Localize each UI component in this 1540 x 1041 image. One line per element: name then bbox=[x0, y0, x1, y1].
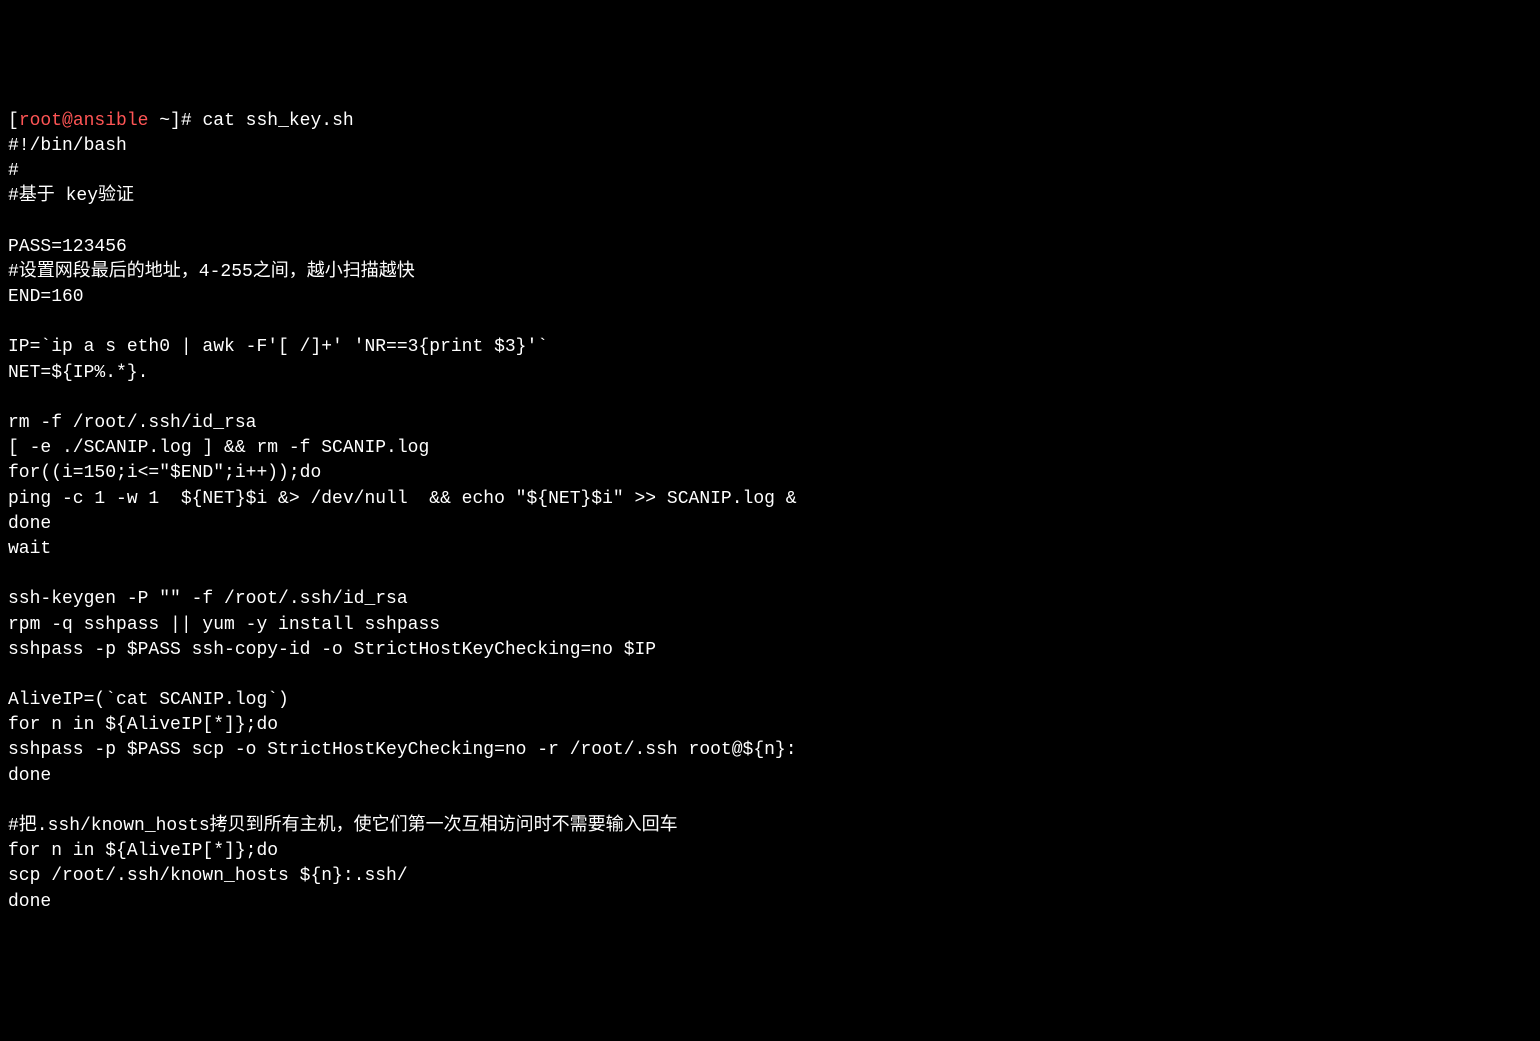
output-line: for n in ${AliveIP[*]};do bbox=[8, 841, 278, 861]
output-line: [ -e ./SCANIP.log ] && rm -f SCANIP.log bbox=[8, 438, 429, 458]
output-line: IP=`ip a s eth0 | awk -F'[ /]+' 'NR==3{p… bbox=[8, 337, 548, 357]
output-line: scp /root/.ssh/known_hosts ${n}:.ssh/ bbox=[8, 866, 408, 886]
output-line: wait bbox=[8, 539, 51, 559]
prompt-symbol: # bbox=[181, 111, 203, 131]
output-line: # bbox=[8, 161, 19, 181]
output-line: #!/bin/bash bbox=[8, 136, 127, 156]
prompt-line: [root@ansible ~]# cat ssh_key.sh bbox=[8, 111, 354, 131]
output-line: done bbox=[8, 766, 51, 786]
output-line: sshpass -p $PASS scp -o StrictHostKeyChe… bbox=[8, 740, 797, 760]
output-line: done bbox=[8, 892, 51, 912]
prompt-path: ~ bbox=[148, 111, 170, 131]
prompt-close-bracket: ] bbox=[170, 111, 181, 131]
output-line: done bbox=[8, 514, 51, 534]
output-line: PASS=123456 bbox=[8, 237, 127, 257]
output-line: rm -f /root/.ssh/id_rsa bbox=[8, 413, 256, 433]
output-line: #设置网段最后的地址，4-255之间，越小扫描越快 bbox=[8, 262, 415, 282]
output-line: ping -c 1 -w 1 ${NET}$i &> /dev/null && … bbox=[8, 489, 797, 509]
output-line: for n in ${AliveIP[*]};do bbox=[8, 715, 278, 735]
output-line: NET=${IP%.*}. bbox=[8, 363, 148, 383]
output-line: rpm -q sshpass || yum -y install sshpass bbox=[8, 615, 440, 635]
output-line: ssh-keygen -P "" -f /root/.ssh/id_rsa bbox=[8, 589, 408, 609]
output-line: #基于 key验证 bbox=[8, 186, 134, 206]
command-text: cat ssh_key.sh bbox=[202, 111, 353, 131]
terminal-window[interactable]: [root@ansible ~]# cat ssh_key.sh #!/bin/… bbox=[8, 109, 1532, 915]
prompt-user-host: root@ansible bbox=[19, 111, 149, 131]
output-line: #把.ssh/known_hosts拷贝到所有主机，使它们第一次互相访问时不需要… bbox=[8, 816, 678, 836]
output-line: END=160 bbox=[8, 287, 84, 307]
output-line: for((i=150;i<="$END";i++));do bbox=[8, 463, 321, 483]
prompt-open-bracket: [ bbox=[8, 111, 19, 131]
output-line: AliveIP=(`cat SCANIP.log`) bbox=[8, 690, 289, 710]
output-line: sshpass -p $PASS ssh-copy-id -o StrictHo… bbox=[8, 640, 656, 660]
